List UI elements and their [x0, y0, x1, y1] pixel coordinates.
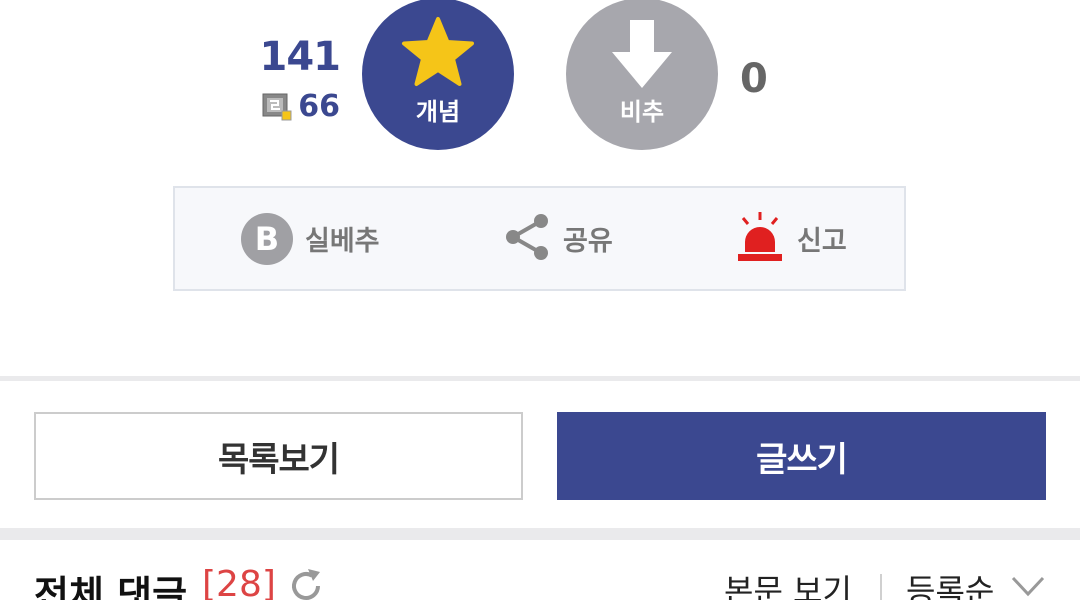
fixed-recommend-count: 66: [256, 86, 340, 126]
comments-count: [28]: [202, 564, 276, 600]
best-badge-icon: B: [241, 212, 293, 265]
recommend-button[interactable]: 개념: [362, 0, 514, 150]
best-recommend-label: 실베추: [305, 226, 380, 257]
share-button[interactable]: 공유: [503, 188, 613, 289]
not-recommend-label: 비추: [619, 98, 665, 126]
arrow-down-icon: [610, 18, 674, 94]
siren-icon: [735, 210, 785, 268]
report-button[interactable]: 신고: [735, 188, 847, 289]
sort-select[interactable]: 등록순: [906, 566, 994, 600]
star-icon: [400, 16, 476, 92]
refresh-icon[interactable]: [286, 566, 326, 600]
section-divider: [0, 376, 1080, 381]
recommend-label: 개념: [415, 98, 461, 126]
fixed-count-number: 66: [298, 88, 340, 124]
fixed-user-icon: [262, 91, 292, 121]
report-label: 신고: [797, 226, 847, 257]
chevron-down-icon[interactable]: [1010, 572, 1046, 600]
section-divider-thick: [0, 528, 1080, 540]
best-recommend-button[interactable]: B 실베추: [241, 188, 380, 289]
not-recommend-button[interactable]: 비추: [566, 0, 718, 150]
view-body-link[interactable]: 본문 보기: [724, 566, 852, 600]
not-recommend-count: 0: [740, 56, 768, 102]
recommend-count: 141: [259, 34, 342, 80]
separator: [880, 574, 882, 600]
write-post-button[interactable]: 글쓰기: [557, 412, 1046, 500]
list-view-button[interactable]: 목록보기: [34, 412, 523, 500]
share-label: 공유: [563, 226, 613, 257]
share-icon: [503, 211, 551, 267]
post-actions: B 실베추 공유 신고: [173, 186, 906, 291]
post-footer: 141 66 개념 비추 0 B 실베추 공유 신고 목록보기 글쓰기 전체 댓…: [0, 0, 1080, 600]
comments-title: 전체 댓글: [34, 573, 188, 600]
